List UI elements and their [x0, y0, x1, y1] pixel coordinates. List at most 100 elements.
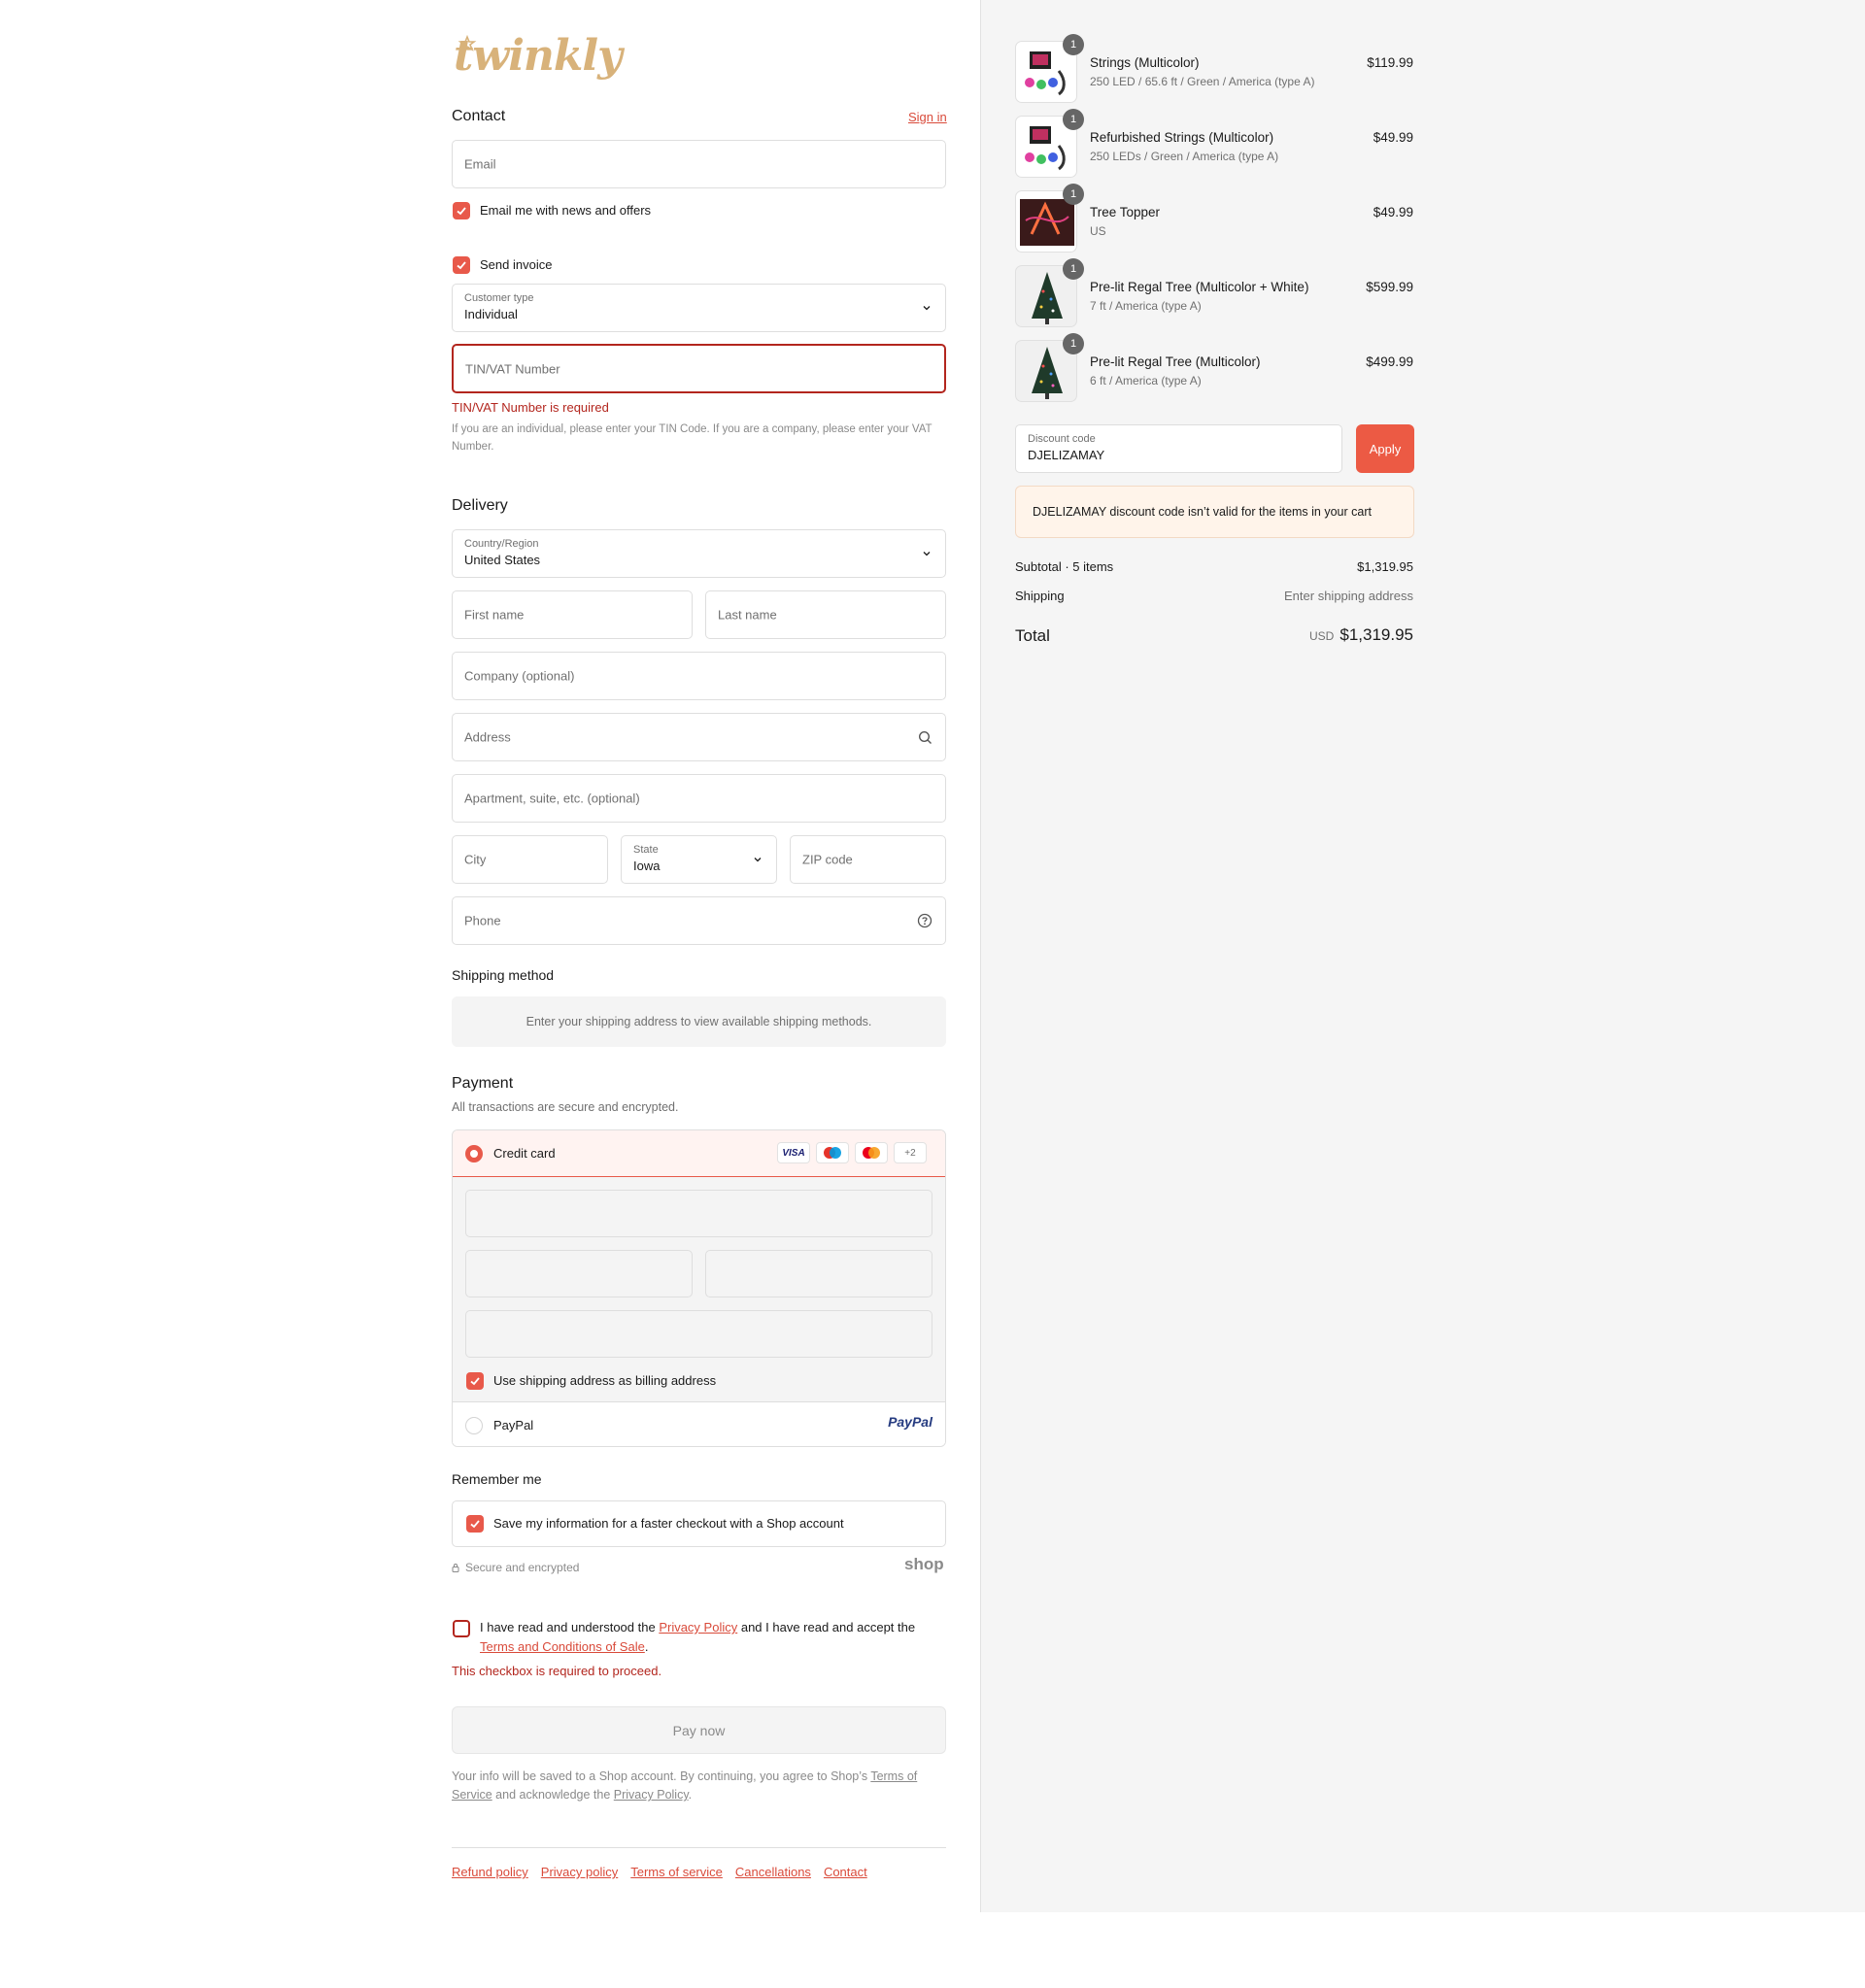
save-info-label: Save my information for a faster checkou… — [493, 1516, 844, 1531]
item-name: Pre-lit Regal Tree (Multicolor) — [1090, 354, 1261, 369]
shop-account-notice: Your info will be saved to a Shop accoun… — [452, 1769, 918, 1802]
terms-of-service-link[interactable]: Terms of service — [630, 1865, 723, 1879]
subtotal-label: Subtotal · 5 items — [1015, 559, 1114, 574]
card-name-field[interactable] — [465, 1310, 932, 1358]
news-checkbox[interactable] — [453, 202, 470, 219]
billing-same-checkbox[interactable] — [466, 1372, 484, 1390]
terms-text: I have read and understood the Privacy P… — [480, 1620, 916, 1654]
tin-error-message: TIN/VAT Number is required — [452, 400, 609, 415]
quantity-badge: 1 — [1063, 34, 1084, 55]
check-icon — [457, 207, 466, 216]
paypal-radio[interactable] — [465, 1417, 483, 1434]
credit-card-label: Credit card — [493, 1146, 556, 1161]
logo-text: twinkly — [454, 31, 623, 81]
email-field[interactable]: Email — [452, 140, 946, 188]
help-circle-icon[interactable] — [917, 913, 932, 928]
refund-policy-link[interactable]: Refund policy — [452, 1865, 528, 1879]
privacy-policy-link[interactable]: Privacy Policy — [659, 1620, 737, 1634]
card-expiry-field[interactable] — [465, 1250, 693, 1297]
send-invoice-checkbox[interactable] — [453, 256, 470, 274]
apartment-placeholder: Apartment, suite, etc. (optional) — [464, 791, 640, 806]
check-icon — [457, 261, 466, 270]
paypal-option[interactable]: PayPal PayPal — [453, 1403, 945, 1446]
card-number-field[interactable] — [465, 1190, 932, 1237]
mastercard-icon — [855, 1142, 888, 1163]
country-label: Country/Region — [464, 538, 539, 550]
total-amount: USD $1,319.95 — [1309, 625, 1413, 645]
item-variant: US — [1090, 224, 1106, 238]
tin-vat-field[interactable]: TIN/VAT Number — [452, 344, 946, 393]
company-placeholder: Company (optional) — [464, 668, 575, 684]
address-field[interactable]: Address — [452, 713, 946, 761]
item-name: Tree Topper — [1090, 205, 1161, 219]
shop-privacy-link[interactable]: Privacy Policy — [614, 1788, 689, 1802]
last-name-field[interactable]: Last name — [705, 590, 946, 639]
zip-placeholder: ZIP code — [802, 852, 853, 867]
remember-box: Save my information for a faster checkou… — [452, 1500, 946, 1547]
cancellations-link[interactable]: Cancellations — [735, 1865, 811, 1879]
shipping-label: Shipping — [1015, 589, 1065, 603]
more-cards-badge: +2 — [894, 1142, 927, 1163]
item-variant: 250 LED / 65.6 ft / Green / America (typ… — [1090, 75, 1315, 88]
check-icon — [470, 1520, 480, 1529]
discount-error-notice: DJELIZAMAY discount code isn’t valid for… — [1015, 486, 1414, 538]
pay-now-button[interactable]: Pay now — [452, 1706, 946, 1754]
quantity-badge: 1 — [1063, 109, 1084, 130]
delivery-heading: Delivery — [452, 497, 508, 514]
item-price: $499.99 — [1366, 354, 1413, 369]
footer-divider — [452, 1847, 946, 1848]
city-field[interactable]: City — [452, 835, 608, 884]
paypal-logo: PayPal — [888, 1414, 932, 1430]
item-variant: 7 ft / America (type A) — [1090, 299, 1202, 313]
terms-error-message: This checkbox is required to proceed. — [452, 1664, 662, 1678]
credit-card-option[interactable]: Credit card VISA +2 — [453, 1130, 945, 1177]
billing-same-label: Use shipping address as billing address — [493, 1373, 717, 1388]
item-name: Strings (Multicolor) — [1090, 55, 1200, 70]
subtotal-value: $1,319.95 — [1357, 559, 1413, 574]
remember-heading: Remember me — [452, 1471, 542, 1487]
privacy-policy-footer-link[interactable]: Privacy policy — [541, 1865, 618, 1879]
shop-logo: shop — [904, 1555, 944, 1573]
first-name-field[interactable]: First name — [452, 590, 693, 639]
sign-in-link[interactable]: Sign in — [908, 110, 947, 124]
twinkly-logo[interactable]: twinkly — [450, 29, 623, 97]
item-variant: 250 LEDs / Green / America (type A) — [1090, 150, 1279, 163]
customer-type-select[interactable]: Customer type Individual — [452, 284, 946, 332]
contact-link[interactable]: Contact — [824, 1865, 867, 1879]
company-field[interactable]: Company (optional) — [452, 652, 946, 700]
shipping-method-message: Enter your shipping address to view avai… — [526, 1015, 872, 1028]
quantity-badge: 1 — [1063, 333, 1084, 354]
apply-button[interactable]: Apply — [1356, 424, 1414, 473]
save-info-checkbox[interactable] — [466, 1515, 484, 1533]
item-name: Refurbished Strings (Multicolor) — [1090, 130, 1274, 145]
discount-code-value: DJELIZAMAY — [1028, 448, 1105, 462]
apartment-field[interactable]: Apartment, suite, etc. (optional) — [452, 774, 946, 823]
currency-code: USD — [1309, 629, 1335, 643]
tin-help-text: If you are an individual, please enter y… — [452, 423, 932, 453]
payment-subtitle: All transactions are secure and encrypte… — [452, 1100, 679, 1114]
country-value: United States — [464, 553, 541, 567]
credit-card-radio[interactable] — [465, 1145, 483, 1162]
phone-field[interactable]: Phone — [452, 896, 946, 945]
shipping-method-empty: Enter your shipping address to view avai… — [452, 996, 946, 1047]
zip-field[interactable]: ZIP code — [790, 835, 946, 884]
terms-checkbox[interactable] — [453, 1620, 470, 1637]
quantity-badge: 1 — [1063, 258, 1084, 280]
last-name-placeholder: Last name — [718, 607, 777, 623]
card-security-field[interactable] — [705, 1250, 932, 1297]
visa-icon: VISA — [777, 1142, 810, 1163]
lock-icon — [452, 1564, 459, 1572]
address-placeholder: Address — [464, 729, 511, 745]
discount-code-field[interactable]: Discount code DJELIZAMAY — [1015, 424, 1342, 473]
terms-conditions-link[interactable]: Terms and Conditions of Sale — [480, 1639, 645, 1654]
item-price: $49.99 — [1373, 130, 1413, 145]
chevron-down-icon — [923, 552, 931, 556]
country-select[interactable]: Country/Region United States — [452, 529, 946, 578]
credit-card-form: Use shipping address as billing address — [453, 1177, 945, 1402]
item-price: $49.99 — [1373, 205, 1413, 219]
item-variant: 6 ft / America (type A) — [1090, 374, 1202, 387]
state-select[interactable]: State Iowa — [621, 835, 777, 884]
email-placeholder: Email — [464, 156, 496, 172]
shipping-method-heading: Shipping method — [452, 967, 555, 983]
city-placeholder: City — [464, 852, 487, 867]
